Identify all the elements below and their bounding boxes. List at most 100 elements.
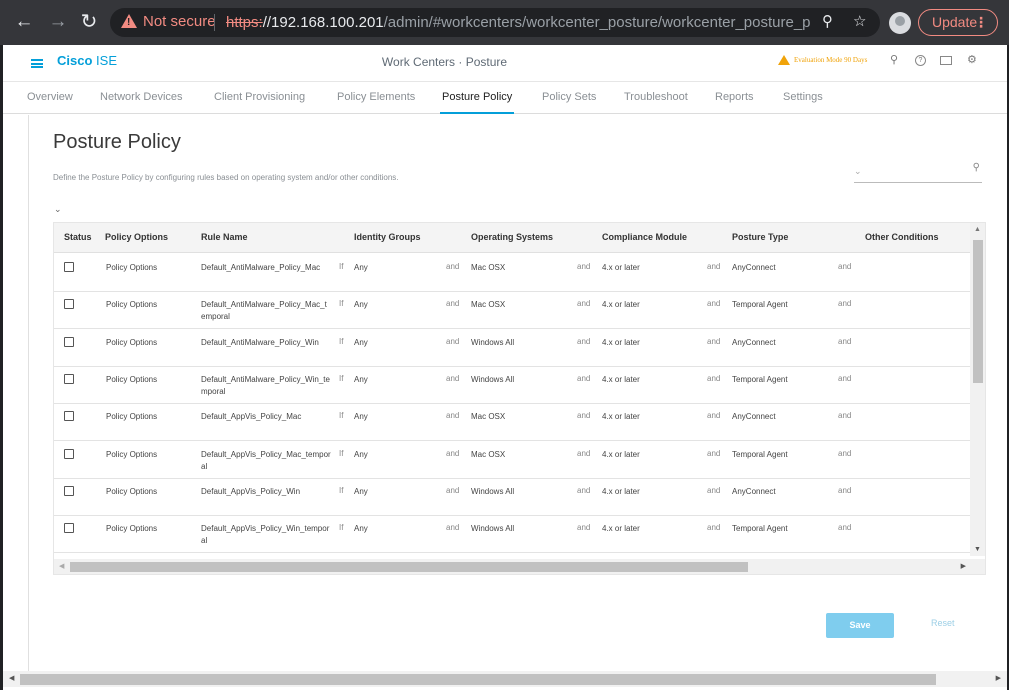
address-bar[interactable]: Not secure https://192.168.100.201/admin…	[110, 8, 880, 37]
compliance-module-cell[interactable]: 4.x or later	[602, 374, 640, 386]
tab-settings[interactable]: Settings	[783, 91, 823, 103]
help-icon[interactable]: ?	[915, 55, 926, 66]
operating-systems-cell[interactable]: Windows All	[471, 523, 514, 535]
zoom-icon[interactable]: ⚲	[822, 12, 833, 30]
scroll-thumb[interactable]	[973, 240, 983, 383]
table-vertical-scrollbar[interactable]: ▲ ▼	[970, 223, 985, 556]
header-operating-systems[interactable]: Operating Systems	[471, 232, 553, 242]
reload-icon[interactable]: ↻	[77, 10, 101, 34]
operating-systems-cell[interactable]: Mac OSX	[471, 262, 505, 274]
scroll-right-icon[interactable]: ▶	[996, 674, 1001, 682]
status-checkbox[interactable]	[64, 262, 74, 272]
scroll-up-icon[interactable]: ▲	[974, 226, 981, 233]
posture-type-cell[interactable]: Temporal Agent	[732, 299, 788, 311]
not-secure-label[interactable]: Not secure	[143, 13, 216, 30]
rule-name-cell[interactable]: Default_AppVis_Policy_Mac	[201, 411, 331, 423]
profile-avatar[interactable]	[889, 12, 911, 34]
status-checkbox[interactable]	[64, 374, 74, 384]
tab-policy-elements[interactable]: Policy Elements	[337, 91, 415, 103]
identity-groups-cell[interactable]: Any	[354, 374, 368, 386]
compliance-module-cell[interactable]: 4.x or later	[602, 486, 640, 498]
posture-type-cell[interactable]: AnyConnect	[732, 337, 776, 349]
header-compliance-module[interactable]: Compliance Module	[602, 232, 687, 242]
posture-type-cell[interactable]: Temporal Agent	[732, 449, 788, 461]
table-row[interactable]: Policy Options Default_AntiMalware_Policy…	[54, 254, 970, 292]
tab-posture-policy[interactable]: Posture Policy	[439, 91, 515, 114]
gear-icon[interactable]: ⚙	[967, 53, 977, 66]
identity-groups-cell[interactable]: Any	[354, 337, 368, 349]
rule-name-cell[interactable]: Default_AppVis_Policy_Mac_temporal	[201, 449, 331, 473]
page-horizontal-scrollbar[interactable]: ◀ ▶	[3, 671, 1007, 687]
operating-systems-cell[interactable]: Windows All	[471, 337, 514, 349]
identity-groups-cell[interactable]: Any	[354, 449, 368, 461]
scroll-thumb[interactable]	[70, 562, 748, 572]
header-rule-name[interactable]: Rule Name	[201, 232, 248, 242]
rule-name-cell[interactable]: Default_AppVis_Policy_Win_temporal	[201, 523, 331, 547]
header-posture-type[interactable]: Posture Type	[732, 232, 788, 242]
identity-groups-cell[interactable]: Any	[354, 262, 368, 274]
rule-name-cell[interactable]: Default_AppVis_Policy_Win	[201, 486, 331, 498]
status-checkbox[interactable]	[64, 449, 74, 459]
bookmark-star-icon[interactable]: ☆	[853, 12, 866, 30]
rule-name-cell[interactable]: Default_AntiMalware_Policy_Mac	[201, 262, 331, 274]
scroll-right-icon[interactable]: ▶	[961, 562, 966, 570]
filter-search-box[interactable]: ⌄ ⚲	[854, 162, 982, 183]
tab-troubleshoot[interactable]: Troubleshoot	[624, 91, 688, 103]
table-row[interactable]: Policy Options Default_AppVis_Policy_Mac I…	[54, 403, 970, 441]
tab-client-provisioning[interactable]: Client Provisioning	[214, 91, 305, 103]
status-checkbox[interactable]	[64, 299, 74, 309]
header-other-conditions[interactable]: Other Conditions	[865, 232, 939, 242]
scroll-left-icon[interactable]: ◀	[9, 674, 14, 682]
table-row[interactable]: Policy Options Default_AppVis_Policy_Mac_…	[54, 441, 970, 479]
scroll-thumb[interactable]	[20, 674, 936, 685]
table-row[interactable]: Policy Options Default_AppVis_Policy_Win I…	[54, 478, 970, 516]
table-row[interactable]: Policy Options Default_AntiMalware_Policy…	[54, 291, 970, 329]
operating-systems-cell[interactable]: Windows All	[471, 374, 514, 386]
identity-groups-cell[interactable]: Any	[354, 411, 368, 423]
tab-overview[interactable]: Overview	[27, 91, 73, 103]
posture-type-cell[interactable]: AnyConnect	[732, 262, 776, 274]
policy-options-cell[interactable]: Policy Options	[106, 337, 157, 349]
more-vert-icon[interactable]: ⋮	[974, 10, 988, 35]
posture-type-cell[interactable]: Temporal Agent	[732, 374, 788, 386]
policy-options-cell[interactable]: Policy Options	[106, 299, 157, 311]
operating-systems-cell[interactable]: Mac OSX	[471, 411, 505, 423]
operating-systems-cell[interactable]: Mac OSX	[471, 449, 505, 461]
forward-arrow-icon[interactable]: →	[46, 10, 70, 34]
update-button[interactable]: Update ⋮	[918, 9, 998, 36]
compliance-module-cell[interactable]: 4.x or later	[602, 262, 640, 274]
evaluation-mode-label[interactable]: Evaluation Mode 90 Days	[794, 56, 867, 64]
status-checkbox[interactable]	[64, 337, 74, 347]
table-row[interactable]: Policy Options Default_AntiMalware_Policy…	[54, 329, 970, 367]
header-status[interactable]: Status	[64, 232, 92, 242]
policy-options-cell[interactable]: Policy Options	[106, 449, 157, 461]
identity-groups-cell[interactable]: Any	[354, 523, 368, 535]
compliance-module-cell[interactable]: 4.x or later	[602, 411, 640, 423]
operating-systems-cell[interactable]: Mac OSX	[471, 299, 505, 311]
status-checkbox[interactable]	[64, 486, 74, 496]
collapse-chevron-icon[interactable]: ⌄	[54, 204, 62, 215]
table-horizontal-scrollbar[interactable]: ◀ ▶	[54, 559, 985, 574]
policy-options-cell[interactable]: Policy Options	[106, 486, 157, 498]
tab-policy-sets[interactable]: Policy Sets	[542, 91, 596, 103]
identity-groups-cell[interactable]: Any	[354, 486, 368, 498]
identity-groups-cell[interactable]: Any	[354, 299, 368, 311]
posture-type-cell[interactable]: AnyConnect	[732, 486, 776, 498]
status-checkbox[interactable]	[64, 411, 74, 421]
reset-button[interactable]: Reset	[931, 618, 955, 628]
tab-reports[interactable]: Reports	[715, 91, 754, 103]
compliance-module-cell[interactable]: 4.x or later	[602, 299, 640, 311]
url-text[interactable]: https://192.168.100.201/admin/#workcente…	[226, 14, 811, 31]
dashboard-icon[interactable]	[940, 56, 952, 65]
compliance-module-cell[interactable]: 4.x or later	[602, 337, 640, 349]
status-checkbox[interactable]	[64, 523, 74, 533]
scroll-down-icon[interactable]: ▼	[974, 546, 981, 553]
compliance-module-cell[interactable]: 4.x or later	[602, 449, 640, 461]
rule-name-cell[interactable]: Default_AntiMalware_Policy_Win_temporal	[201, 374, 331, 398]
tab-network-devices[interactable]: Network Devices	[100, 91, 183, 103]
save-button[interactable]: Save	[826, 613, 894, 638]
policy-options-cell[interactable]: Policy Options	[106, 523, 157, 535]
rule-name-cell[interactable]: Default_AntiMalware_Policy_Win	[201, 337, 331, 349]
table-row[interactable]: Policy Options Default_AppVis_Policy_Win_…	[54, 515, 970, 553]
chevron-down-icon[interactable]: ⌄	[854, 166, 862, 177]
